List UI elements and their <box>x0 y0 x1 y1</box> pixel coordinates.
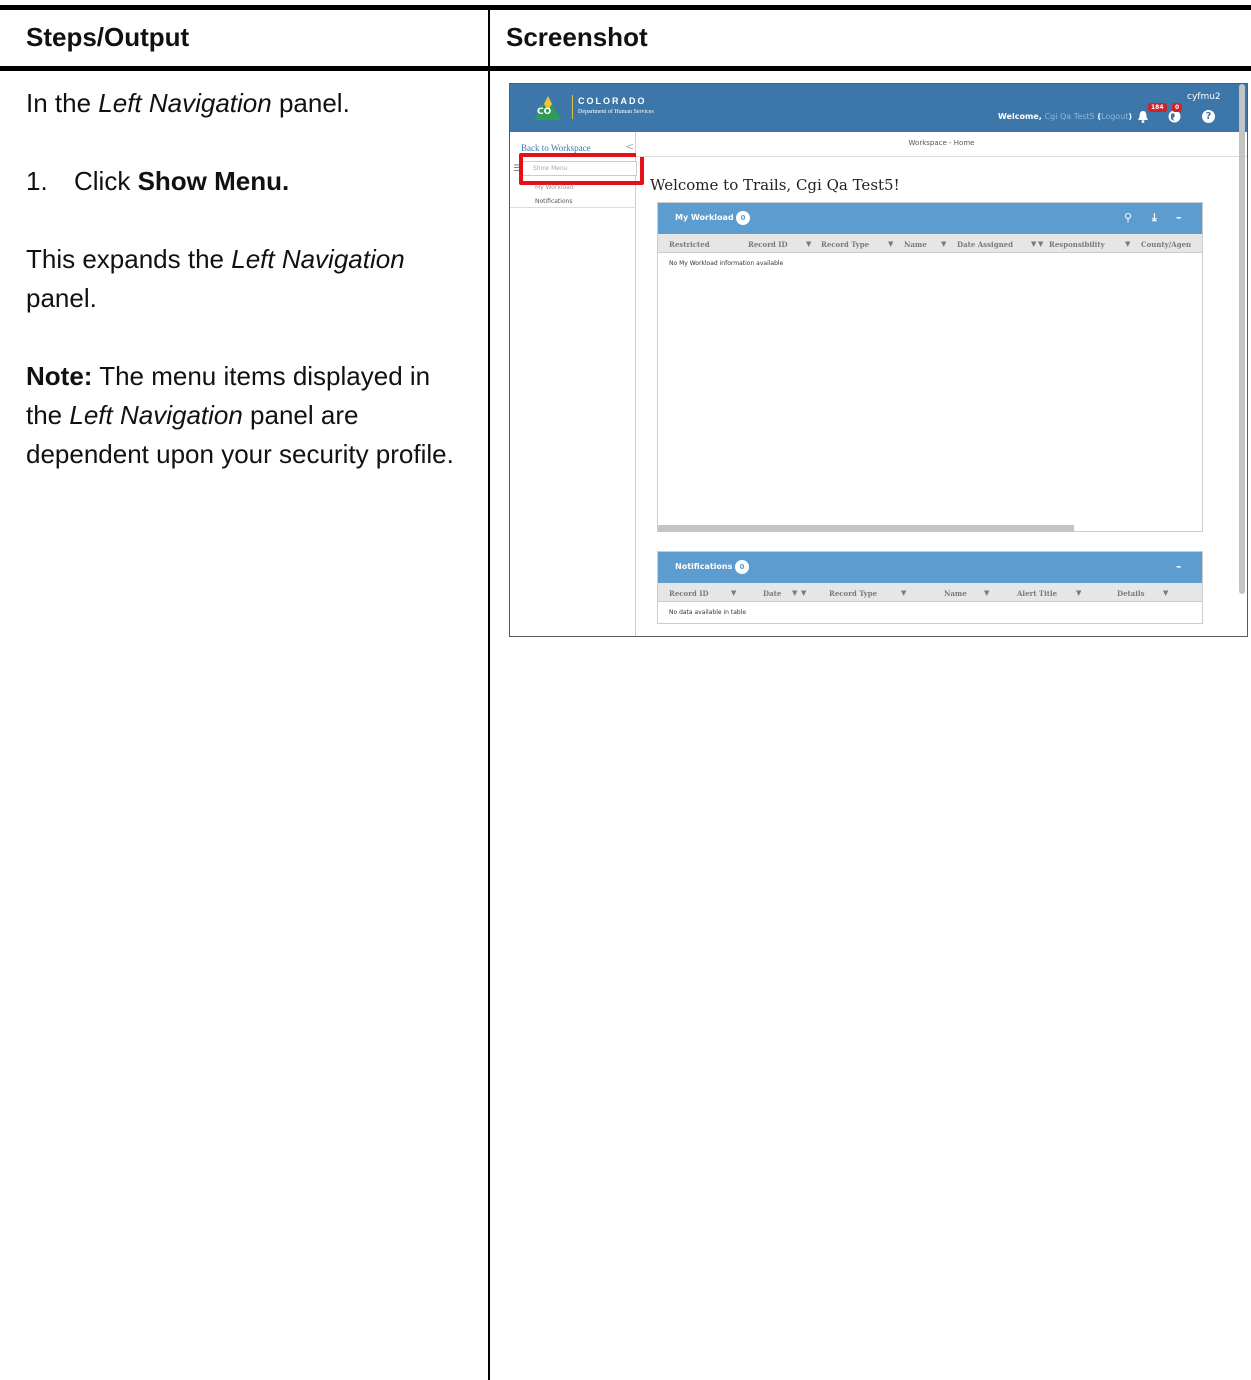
notifications-title: Notifications <box>675 562 733 571</box>
filter-icon[interactable]: ▼ <box>801 589 806 597</box>
filter-icon[interactable]: ▼ <box>1163 589 1168 597</box>
filter-icon[interactable]: ▼ <box>941 240 946 248</box>
step-text: Click <box>74 166 138 196</box>
header-steps-output: Steps/Output <box>26 22 190 52</box>
intro-paragraph: In the Left Navigation panel. <box>26 84 466 123</box>
my-workload-count: 0 <box>736 211 750 225</box>
intro-emphasis: Left Navigation <box>98 88 272 118</box>
step-number: 1. <box>26 166 48 196</box>
my-workload-empty-message: No My Workload information available <box>669 260 784 267</box>
column-header[interactable]: Details <box>1117 589 1145 598</box>
column-header[interactable]: Name <box>904 240 927 249</box>
logo-separator <box>572 95 573 119</box>
my-workload-panel: My Workload 0 ⚲ ⤓ – Restricted Record ID… <box>657 202 1203 532</box>
note-paragraph: Note: The menu items displayed in the Le… <box>26 357 466 474</box>
column-header[interactable]: Record ID <box>748 240 788 249</box>
steps-column: In the Left Navigation panel. 1. Click Sh… <box>26 84 466 513</box>
notifications-columns: Record ID ▼ Date ▼ ▼ Record Type ▼ Name … <box>658 583 1202 602</box>
column-header[interactable]: Restricted <box>669 240 710 249</box>
filter-icon[interactable]: ▼ <box>1038 240 1043 248</box>
app-screenshot: CO COLORADO Department of Human Services… <box>509 83 1248 637</box>
filter-icon[interactable]: ▼ <box>1125 240 1130 248</box>
welcome-user-link[interactable]: Cgi Qa Test5 <box>1045 112 1095 121</box>
breadcrumb-bar: Workspace - Home <box>636 132 1247 157</box>
my-workload-columns: Restricted Record ID ▼ Record Type ▼ Nam… <box>658 234 1202 253</box>
column-header[interactable]: County/Agen <box>1141 240 1191 249</box>
welcome-text: Welcome, Cgi Qa Test5 (Logout) <box>998 112 1132 121</box>
intro-text: In the <box>26 88 99 118</box>
filter-icon[interactable]: ▼ <box>888 240 893 248</box>
my-workload-header: My Workload 0 ⚲ ⤓ – <box>658 203 1202 234</box>
note-label: Note: <box>26 361 93 391</box>
table-top-rule <box>0 5 1251 10</box>
notifications-panel: Notifications 0 – Record ID ▼ Date ▼ ▼ R… <box>657 551 1203 624</box>
alerts-count-badge: 184 <box>1148 103 1167 112</box>
intro-text-end: panel. <box>271 88 350 118</box>
column-header[interactable]: Responsibility <box>1049 240 1105 249</box>
collapse-icon[interactable]: – <box>1176 211 1182 224</box>
column-header[interactable]: Alert Title <box>1017 589 1057 598</box>
breadcrumb: Workspace - Home <box>908 139 975 147</box>
filter-icon[interactable]: ▼ <box>1076 589 1081 597</box>
expand-paragraph: This expands the Left Navigation panel. <box>26 240 466 318</box>
nav-item-my-workload[interactable]: My Workload <box>535 184 574 191</box>
header-screenshot: Screenshot <box>506 22 648 52</box>
search-icon[interactable]: ⚲ <box>1124 211 1132 224</box>
back-to-workspace-link[interactable]: Back to Workspace <box>521 143 591 153</box>
column-header[interactable]: Date <box>763 589 781 598</box>
my-workload-title: My Workload <box>675 213 734 222</box>
horizontal-scrollbar[interactable] <box>658 525 1074 532</box>
help-icon[interactable]: ? <box>1202 110 1215 123</box>
filter-icon[interactable]: ▼ <box>901 589 906 597</box>
filter-icon[interactable]: ▼ <box>731 589 736 597</box>
username: cyfmu2 <box>1187 92 1221 102</box>
logo-subtitle: Department of Human Services <box>578 109 654 115</box>
bell-icon[interactable] <box>1138 111 1148 123</box>
notifications-count: 0 <box>735 560 749 574</box>
collapse-icon[interactable]: – <box>1176 560 1182 573</box>
nav-divider <box>510 207 636 208</box>
expand-text: This expands the <box>26 244 232 274</box>
column-header[interactable]: Date Assigned <box>957 240 1013 249</box>
notifications-header: Notifications 0 – <box>658 552 1202 583</box>
show-menu-highlight <box>519 153 644 185</box>
logout-paren-close: ) <box>1128 112 1133 121</box>
column-header[interactable]: Record Type <box>821 240 869 249</box>
globe-count-badge: 0 <box>1172 103 1183 112</box>
page-title: Welcome to Trails, Cgi Qa Test5! <box>650 176 900 194</box>
column-header[interactable]: Name <box>944 589 967 598</box>
column-header[interactable]: Record ID <box>669 589 709 598</box>
vertical-scrollbar[interactable] <box>1239 84 1245 594</box>
download-icon[interactable]: ⤓ <box>1152 211 1157 225</box>
nav-item-notifications[interactable]: Notifications <box>535 198 573 205</box>
expand-emphasis: Left Navigation <box>231 244 405 274</box>
sort-icon[interactable]: ▼ <box>792 589 797 597</box>
logo-badge-text: CO <box>537 107 552 117</box>
step-1: 1. Click Show Menu. <box>26 162 466 201</box>
instruction-document: Steps/Output Screenshot In the Left Navi… <box>0 0 1251 1380</box>
sort-icon[interactable]: ▼ <box>1031 240 1036 248</box>
collapse-chevron-icon[interactable]: < <box>625 140 634 153</box>
logo-title: COLORADO <box>578 96 647 106</box>
expand-text-end: panel. <box>26 283 97 313</box>
step-bold-action: Show Menu. <box>137 166 290 196</box>
table-header-rule <box>0 66 1251 71</box>
filter-icon[interactable]: ▼ <box>984 589 989 597</box>
column-header[interactable]: Record Type <box>829 589 877 598</box>
logout-link[interactable]: Logout <box>1101 112 1128 121</box>
note-emphasis: Left Navigation <box>69 400 243 430</box>
app-header: CO COLORADO Department of Human Services… <box>510 84 1247 132</box>
filter-icon[interactable]: ▼ <box>806 240 811 248</box>
welcome-label: Welcome, <box>998 112 1042 121</box>
notifications-empty-message: No data available in table <box>669 609 747 616</box>
table-column-divider <box>488 10 490 1380</box>
